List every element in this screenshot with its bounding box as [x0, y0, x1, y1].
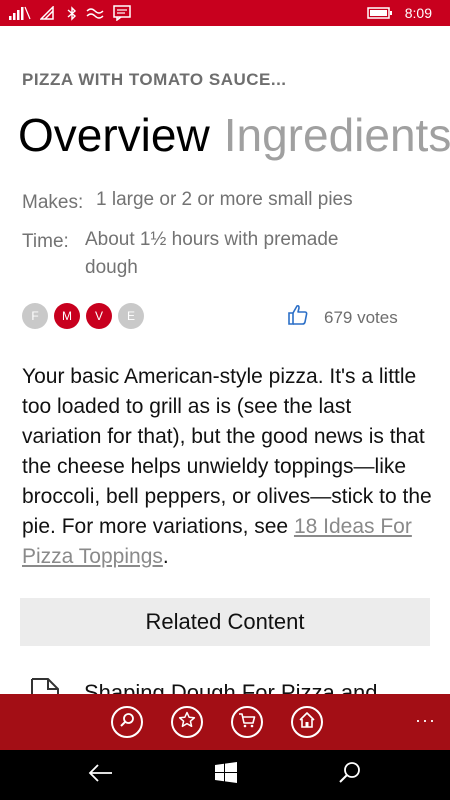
tab-overview[interactable]: Overview [18, 109, 210, 161]
bluetooth-icon [67, 5, 77, 21]
thumbs-up-icon[interactable] [286, 303, 310, 332]
pivot-header: Overview Ingredients [0, 100, 450, 170]
cart-icon [238, 711, 256, 734]
search-icon [119, 712, 135, 733]
badge-v: V [86, 303, 112, 329]
battery-icon [367, 6, 393, 20]
windows-icon[interactable] [214, 761, 238, 790]
description-text: Your basic American-style pizza. It's a … [22, 365, 432, 538]
message-icon [113, 5, 131, 21]
search-icon[interactable] [338, 761, 362, 790]
description-end: . [162, 545, 169, 568]
back-icon[interactable] [88, 763, 114, 788]
app-title: PIZZA WITH TOMATO SAUCE... [22, 70, 287, 89]
star-icon [178, 711, 196, 734]
favorite-button[interactable] [171, 706, 203, 738]
list-item[interactable]: Shaping Dough For Pizza and [30, 676, 450, 694]
makes-value: 1 large or 2 or more small pies [96, 189, 353, 210]
diet-badges: F M V E [22, 303, 144, 329]
badge-m: M [54, 303, 80, 329]
badge-e: E [118, 303, 144, 329]
time-label: Time: [22, 231, 69, 252]
home-icon [298, 711, 316, 734]
makes-label: Makes: [22, 192, 84, 213]
status-bar: 8:09 [0, 0, 450, 26]
more-options-button[interactable]: ··· [415, 710, 436, 731]
time-value-line2: dough [85, 257, 138, 278]
shopping-cart-button[interactable] [231, 706, 263, 738]
signal-icon [9, 6, 31, 20]
related-content-header: Related Content [20, 598, 430, 646]
search-button[interactable] [111, 706, 143, 738]
app-bar: ··· [0, 694, 450, 750]
votes-count: 679 votes [324, 307, 398, 327]
time-value-line1: About 1½ hours with premade [85, 229, 339, 250]
clock: 8:09 [404, 5, 432, 21]
tab-ingredients[interactable]: Ingredients [224, 109, 450, 161]
wifi-icon [40, 6, 58, 20]
recipe-description: Your basic American-style pizza. It's a … [22, 362, 432, 572]
related-item-label: Shaping Dough For Pizza and [84, 680, 378, 694]
home-button[interactable] [291, 706, 323, 738]
document-icon [30, 678, 60, 694]
vibrate-icon [86, 6, 104, 20]
badge-f: F [22, 303, 48, 329]
navigation-bar [0, 750, 450, 800]
votes-area: 679 votes [286, 303, 398, 332]
